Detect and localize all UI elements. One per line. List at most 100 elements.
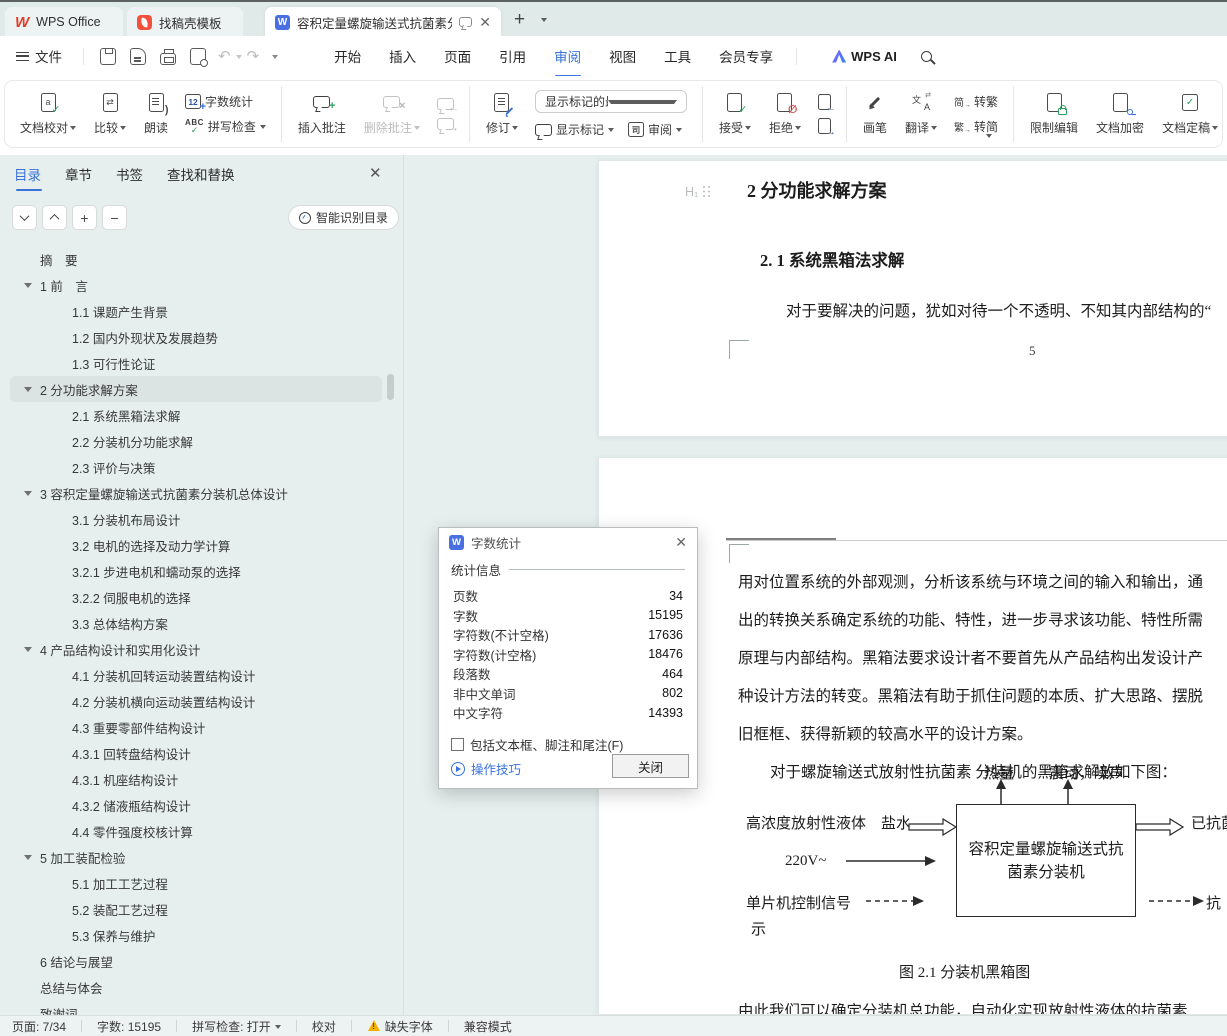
doc-proofing-button[interactable]: a ✓ 文档校对 xyxy=(11,92,85,136)
menu-item[interactable]: 审阅 xyxy=(540,37,595,75)
sidebar-close-icon[interactable]: ✕ xyxy=(369,164,382,182)
toc-item[interactable]: 3 容积定量螺旋输送式抗菌素分装机总体设计 xyxy=(10,480,382,506)
toc-item[interactable]: 总结与体会 xyxy=(10,974,382,1000)
expand-level-button[interactable]: + xyxy=(72,205,97,230)
print-preview-icon[interactable] xyxy=(190,47,208,67)
undo-icon[interactable]: ↶ xyxy=(218,47,231,65)
markup-state-select[interactable]: 显示标记的最终状态 xyxy=(534,90,687,113)
document-page-5[interactable]: H₁ 2 分功能求解方案 2. 1 系统黑箱法求解 对于要解决的问题，犹如对待一… xyxy=(598,160,1227,437)
toc-collapse-arrow-icon[interactable] xyxy=(10,489,40,498)
sidebar-tab[interactable]: 查找和替换 xyxy=(167,164,235,184)
toc-item[interactable]: 4 产品结构设计和实用化设计 xyxy=(10,636,382,662)
delete-comment-button[interactable]: × 删除批注 xyxy=(355,92,429,136)
toc-item[interactable]: 5.2 装配工艺过程 xyxy=(10,896,382,922)
tips-link[interactable]: 操作技巧 xyxy=(451,759,521,778)
read-aloud-button[interactable]: ) 朗读 xyxy=(135,92,177,136)
traditional-to-simplified-button[interactable]: 繁 转简 xyxy=(954,118,998,135)
toc-item[interactable]: 1.3 可行性论证 xyxy=(10,350,382,376)
missing-font-warning[interactable]: 缺失字体 xyxy=(367,1018,433,1035)
encrypt-document-button[interactable]: 文档加密 xyxy=(1087,92,1153,136)
previous-comment-button[interactable]: ← xyxy=(436,98,459,114)
toc-item[interactable]: 3.2.1 步进电机和蠕动泵的选择 xyxy=(10,558,382,584)
page-indicator[interactable]: 页面: 7/34 xyxy=(12,1018,66,1035)
dialog-close-icon[interactable]: ✕ xyxy=(675,534,687,551)
toc-item[interactable]: 4.3.1 回转盘结构设计 xyxy=(10,740,382,766)
comment-bubble-icon[interactable] xyxy=(459,17,473,27)
new-tab-button[interactable]: + xyxy=(514,9,525,31)
menu-item[interactable]: 开始 xyxy=(320,37,375,75)
previous-change-button[interactable]: ← xyxy=(817,94,836,114)
collapse-all-button[interactable] xyxy=(12,205,37,230)
menu-item[interactable]: 页面 xyxy=(430,37,485,75)
proofing-button[interactable]: 校对 xyxy=(312,1018,336,1035)
toc-item[interactable]: 4.3.2 储液瓶结构设计 xyxy=(10,792,382,818)
toc-item[interactable]: 1.1 课题产生背景 xyxy=(10,298,382,324)
word-count-button[interactable]: 12 + 字数统计 xyxy=(185,93,266,113)
compatibility-mode-indicator[interactable]: 兼容模式 xyxy=(464,1018,512,1035)
dialog-title-bar[interactable]: W 字数统计 ✕ xyxy=(439,528,697,556)
toc-item[interactable]: 2.2 分装机分功能求解 xyxy=(10,428,382,454)
next-comment-button[interactable]: → xyxy=(436,118,459,134)
insert-comment-button[interactable]: + 插入批注 xyxy=(289,92,355,136)
sidebar-tab[interactable]: 章节 xyxy=(65,164,92,184)
toc-collapse-arrow-icon[interactable] xyxy=(10,385,40,394)
toc-item[interactable]: 1 前 言 xyxy=(10,272,382,298)
redo-icon[interactable]: ↷ xyxy=(247,47,260,65)
tab-close-icon[interactable]: ✕ xyxy=(479,15,491,29)
accept-change-button[interactable]: ✓ 接受 xyxy=(710,92,760,136)
expand-all-button[interactable] xyxy=(42,205,67,230)
heading-level-marker[interactable]: H₁ xyxy=(685,185,711,199)
next-change-button[interactable]: → xyxy=(817,118,836,138)
tab-list-dropdown-icon[interactable] xyxy=(541,18,547,25)
simplified-to-traditional-button[interactable]: 简 转繁 xyxy=(954,93,998,110)
file-menu[interactable]: 文件 xyxy=(35,46,62,66)
toc-collapse-arrow-icon[interactable] xyxy=(10,281,40,290)
toc-item[interactable]: 3.1 分装机布局设计 xyxy=(10,506,382,532)
wps-ai-button[interactable]: WPS AI xyxy=(832,49,897,64)
toc-collapse-arrow-icon[interactable] xyxy=(10,645,40,654)
menu-item[interactable]: 插入 xyxy=(375,37,430,75)
toc-item[interactable]: 2.3 评价与决策 xyxy=(10,454,382,480)
sidebar-scrollbar-thumb[interactable] xyxy=(387,374,394,400)
toc-item[interactable]: 2 分功能求解方案 xyxy=(10,376,382,402)
review-button[interactable]: 司 审阅 xyxy=(627,121,682,138)
hamburger-icon[interactable] xyxy=(16,51,29,61)
finalize-document-button[interactable]: ✓ 文档定稿 xyxy=(1153,92,1227,136)
drag-handle-icon[interactable] xyxy=(703,186,711,198)
menu-item[interactable]: 视图 xyxy=(595,37,650,75)
tab-wps-office[interactable]: W WPS Office xyxy=(5,7,123,37)
sidebar-tab[interactable]: 目录 xyxy=(14,164,42,191)
toc-item[interactable]: 4.3.1 机座结构设计 xyxy=(10,766,382,792)
toc-item[interactable]: 3.2 电机的选择及动力学计算 xyxy=(10,532,382,558)
restrict-editing-button[interactable]: 限制编辑 xyxy=(1021,92,1087,136)
close-button[interactable]: 关闭 xyxy=(612,754,689,778)
toc-item[interactable]: 5.3 保养与维护 xyxy=(10,922,382,948)
toc-item[interactable]: 4.3 重要零部件结构设计 xyxy=(10,714,382,740)
track-changes-button[interactable]: 修订 xyxy=(477,92,527,136)
ribbon-group-expand-icon[interactable] xyxy=(986,134,992,141)
toc-item[interactable]: 3.2.2 伺服电机的选择 xyxy=(10,584,382,610)
spell-check-button[interactable]: ABC ✓ 拼写检查 xyxy=(185,118,266,135)
export-icon[interactable] xyxy=(130,47,146,65)
translate-button[interactable]: 文A 翻译 xyxy=(896,91,946,136)
tab-docer-template[interactable]: 找稿壳模板 xyxy=(127,7,243,37)
compare-button[interactable]: ⇄ 比较 xyxy=(85,92,135,136)
save-icon[interactable] xyxy=(100,47,116,65)
toc-item[interactable]: 3.3 总体结构方案 xyxy=(10,610,382,636)
menu-item[interactable]: 会员专享 xyxy=(705,37,787,75)
reject-change-button[interactable]: ∅ 拒绝 xyxy=(760,92,810,136)
search-icon[interactable] xyxy=(920,50,932,62)
print-icon[interactable] xyxy=(160,48,176,65)
toc-item[interactable]: 1.2 国内外现状及发展趋势 xyxy=(10,324,382,350)
toc-item[interactable]: 4.1 分装机回转运动装置结构设计 xyxy=(10,662,382,688)
toc-item[interactable]: 4.2 分装机横向运动装置结构设计 xyxy=(10,688,382,714)
smart-toc-button[interactable]: 智能识别目录 xyxy=(288,205,400,230)
toc-item[interactable]: 摘 要 xyxy=(10,246,382,272)
show-markup-button[interactable]: 显示标记 xyxy=(534,121,614,138)
toc-item[interactable]: 5.1 加工工艺过程 xyxy=(10,870,382,896)
toc-item[interactable]: 4.4 零件强度校核计算 xyxy=(10,818,382,844)
collapse-level-button[interactable]: − xyxy=(102,205,127,230)
menu-item[interactable]: 工具 xyxy=(650,37,705,75)
toc-item[interactable]: 5 加工装配检验 xyxy=(10,844,382,870)
tab-document[interactable]: W 容积定量螺旋输送式抗菌素分装 ✕ xyxy=(265,7,501,37)
